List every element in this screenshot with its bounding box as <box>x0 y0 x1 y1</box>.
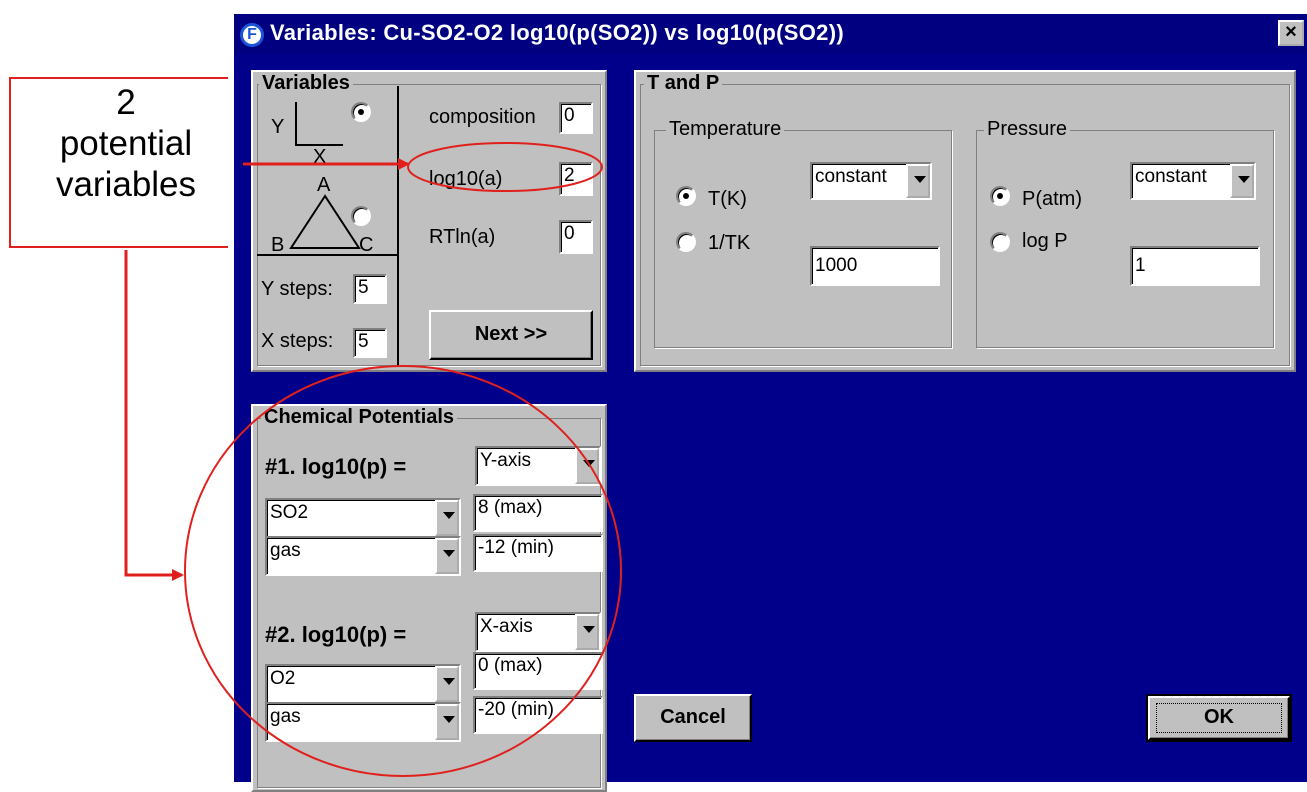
highlight-ellipse-log10a <box>407 142 603 192</box>
highlight-ellipse-chemical-potentials <box>184 365 622 777</box>
arrow-to-chemical-potentials <box>124 250 184 581</box>
annotation-overlay <box>124 142 622 777</box>
